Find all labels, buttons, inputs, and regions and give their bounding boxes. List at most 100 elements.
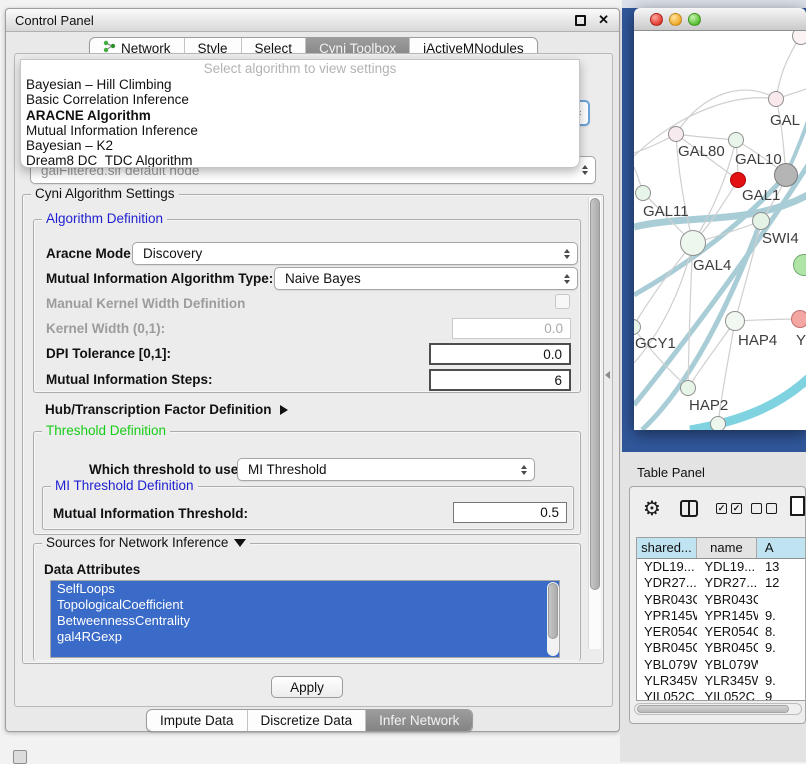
float-window-icon[interactable] xyxy=(575,15,586,26)
network-edge[interactable] xyxy=(776,36,801,99)
table-cell[interactable]: YDL19... xyxy=(637,559,697,575)
network-node-swi4[interactable] xyxy=(752,212,770,230)
table-cell[interactable]: 9. xyxy=(758,640,806,656)
close-traffic-light-icon[interactable] xyxy=(650,13,663,26)
table-cell[interactable]: YBL079W xyxy=(697,657,757,673)
algorithm-option[interactable]: Basic Correlation Inference xyxy=(21,92,579,107)
table-cell[interactable]: YER054C xyxy=(697,624,757,640)
table-row[interactable]: YDR27...YDR27...12 xyxy=(637,575,806,591)
network-node-gal[interactable] xyxy=(768,91,784,107)
table-row[interactable]: YLR345WYLR345W9. xyxy=(637,673,806,689)
panel-resize-handle-icon[interactable] xyxy=(605,371,610,379)
column-header[interactable]: A xyxy=(757,538,806,558)
table-horizontal-scrollbar[interactable] xyxy=(634,703,802,715)
network-node-y[interactable] xyxy=(791,310,806,328)
table-cell[interactable]: 9. xyxy=(758,673,806,689)
table-cell[interactable]: YBR045C xyxy=(697,640,757,656)
attribute-list-item[interactable]: BetweennessCentrality xyxy=(51,613,559,629)
mi-algorithm-type-combobox[interactable]: Naive Bayes xyxy=(274,267,578,290)
table-row[interactable]: YBL079WYBL079W xyxy=(637,657,806,673)
algorithm-option[interactable]: Dream8 DC_TDC Algorithm xyxy=(21,153,579,168)
network-canvas[interactable]: GALGAL80GAL10GAL1GAL11SWI4GAL4GCY1HAP4YH… xyxy=(634,31,806,430)
settings-scrollbar-thumb[interactable] xyxy=(590,198,600,590)
table-cell[interactable]: 12 xyxy=(758,575,806,591)
mi-steps-input[interactable]: 6 xyxy=(429,369,571,391)
deselect-all-icon[interactable] xyxy=(751,503,777,514)
network-node-gal11[interactable] xyxy=(635,185,651,201)
network-edge[interactable] xyxy=(676,134,736,140)
network-node-gal10[interactable] xyxy=(728,132,744,148)
table-cell[interactable]: YBR045C xyxy=(637,640,697,656)
table-row[interactable]: YER054CYER054C8. xyxy=(637,624,806,640)
network-edge[interactable] xyxy=(634,243,693,327)
table-horizontal-scrollbar-thumb[interactable] xyxy=(637,705,789,713)
network-node-gal80[interactable] xyxy=(668,126,684,142)
table-row[interactable]: YPR145WYPR145W9. xyxy=(637,608,806,624)
algorithm-option[interactable]: Bayesian – Hill Climbing xyxy=(21,77,579,92)
table-row[interactable]: YBR043CYBR043C xyxy=(637,592,806,608)
table-cell[interactable]: YIL052C xyxy=(697,689,757,701)
new-document-icon[interactable] xyxy=(790,496,805,516)
attribute-list-item[interactable]: gal4RGexp xyxy=(51,629,559,645)
table-cell[interactable]: YDR27... xyxy=(697,575,757,591)
which-threshold-combobox[interactable]: MI Threshold xyxy=(237,458,535,481)
table-cell[interactable]: YDL19... xyxy=(697,559,757,575)
attribute-list-item[interactable]: TopologicalCoefficient xyxy=(51,597,559,613)
attributes-list-scrollbar-thumb[interactable] xyxy=(548,583,558,639)
attribute-list-item[interactable]: SelfLoops xyxy=(51,581,559,597)
network-edge[interactable] xyxy=(676,90,776,134)
sources-legend[interactable]: Sources for Network Inference xyxy=(42,535,250,550)
table-cell[interactable]: YIL052C xyxy=(637,689,697,701)
table-cell[interactable]: YER054C xyxy=(637,624,697,640)
tab-discretize-data[interactable]: Discretize Data xyxy=(248,710,367,731)
mi-threshold-input[interactable]: 0.5 xyxy=(453,502,567,523)
table-cell[interactable]: 9 xyxy=(758,689,806,701)
attribute-list-item-partial[interactable] xyxy=(51,645,559,658)
gear-icon[interactable]: ⚙ xyxy=(643,496,661,520)
network-node[interactable] xyxy=(774,163,798,187)
column-header[interactable]: shared... xyxy=(637,538,697,558)
network-node-gal4[interactable] xyxy=(680,230,706,256)
network-node-hap2[interactable] xyxy=(680,380,696,396)
attributes-list-scrollbar[interactable] xyxy=(547,582,559,656)
tab-impute-data[interactable]: Impute Data xyxy=(147,710,248,731)
split-columns-icon[interactable] xyxy=(680,500,698,517)
table-cell[interactable]: YPR145W xyxy=(637,608,697,624)
algorithm-option[interactable]: Bayesian – K2 xyxy=(21,138,579,153)
table-cell[interactable]: YLR345W xyxy=(697,673,757,689)
dpi-tolerance-input[interactable]: 0.0 xyxy=(429,343,571,365)
table-cell[interactable] xyxy=(758,657,806,673)
minimize-traffic-light-icon[interactable] xyxy=(669,13,682,26)
table-cell[interactable]: YDR27... xyxy=(637,575,697,591)
kernel-width-input[interactable]: 0.0 xyxy=(452,318,571,339)
data-attributes-list[interactable]: SelfLoopsTopologicalCoefficientBetweenne… xyxy=(50,580,560,658)
table-cell[interactable]: 13 xyxy=(758,559,806,575)
network-node-gal1[interactable] xyxy=(730,172,746,188)
table-cell[interactable]: YBR043C xyxy=(697,592,757,608)
table-cell[interactable]: 9. xyxy=(758,608,806,624)
network-node-hap4[interactable] xyxy=(725,311,745,331)
close-icon[interactable]: ✕ xyxy=(598,12,609,28)
zoom-traffic-light-icon[interactable] xyxy=(688,13,701,26)
algorithm-option[interactable]: ARACNE Algorithm xyxy=(21,108,579,123)
column-header[interactable]: name xyxy=(697,538,757,558)
hub-transcription-factor-expander[interactable]: Hub/Transcription Factor Definition xyxy=(45,402,288,417)
network-node[interactable] xyxy=(710,416,726,430)
apply-button[interactable]: Apply xyxy=(271,676,343,698)
aracne-mode-combobox[interactable]: Discovery xyxy=(132,242,578,265)
table-cell[interactable]: 8. xyxy=(758,624,806,640)
table-cell[interactable]: YLR345W xyxy=(637,673,697,689)
table-cell[interactable]: YBL079W xyxy=(637,657,697,673)
table-row[interactable]: YBR045CYBR045C9. xyxy=(637,640,806,656)
table-cell[interactable]: YPR145W xyxy=(697,608,757,624)
table-cell[interactable] xyxy=(758,592,806,608)
select-all-icon[interactable]: ✓✓ xyxy=(716,503,742,514)
table-cell[interactable]: YBR043C xyxy=(637,592,697,608)
settings-scrollbar[interactable] xyxy=(588,197,601,649)
table-row[interactable]: YIL052CYIL052C9 xyxy=(637,689,806,701)
tab-infer-network[interactable]: Infer Network xyxy=(366,710,472,731)
algorithm-option[interactable]: Mutual Information Inference xyxy=(21,123,579,138)
table-row[interactable]: YDL19...YDL19...13 xyxy=(637,559,806,575)
stepper-arrows-icon xyxy=(557,249,577,259)
manual-kernel-width-checkbox[interactable] xyxy=(555,294,570,309)
